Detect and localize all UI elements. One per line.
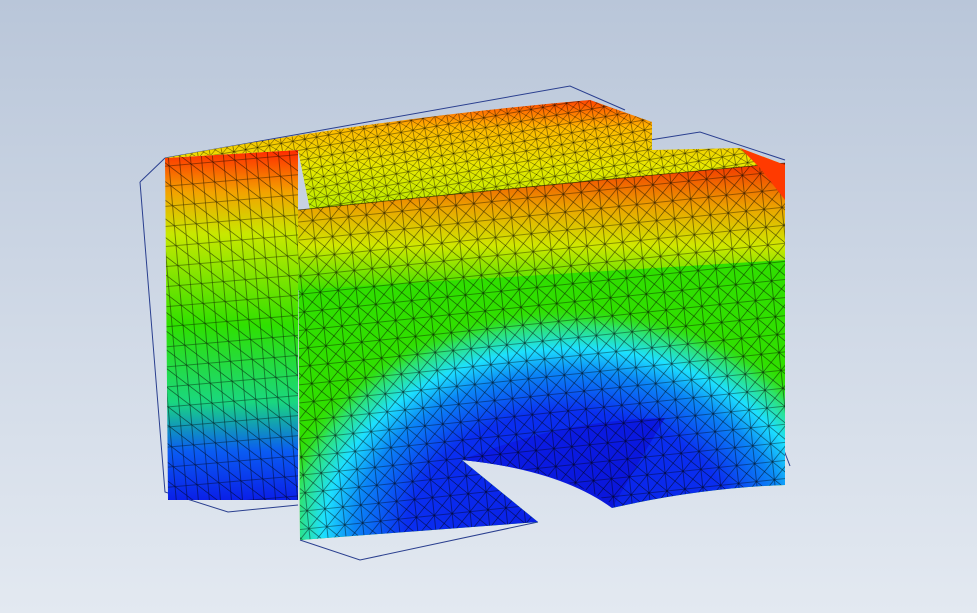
front-face [297, 162, 786, 540]
fea-result-viewport[interactable] [0, 0, 977, 613]
back-left-leg [165, 150, 298, 500]
fea-scene [139, 85, 791, 561]
